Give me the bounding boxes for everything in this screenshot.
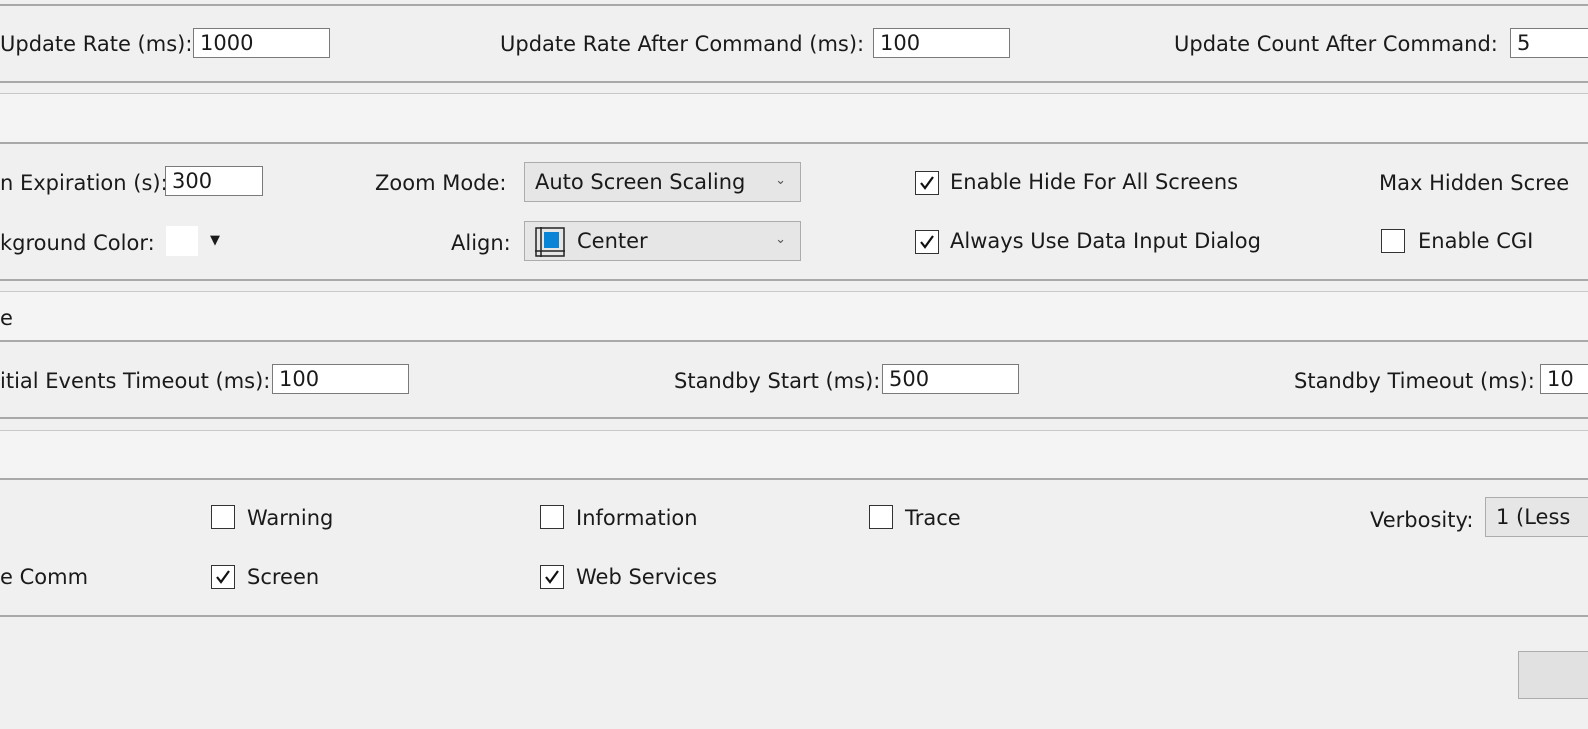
standby-section-title: e xyxy=(0,306,13,330)
chevron-down-icon: ⌄ xyxy=(775,232,786,247)
background-color-label: kground Color: xyxy=(0,231,155,255)
checkmark-icon xyxy=(545,570,559,584)
section-divider xyxy=(0,478,1588,480)
session-expiration-label: n Expiration (s): xyxy=(0,171,168,195)
update-rate-label: Update Rate (ms): xyxy=(0,32,193,56)
checkmark-icon xyxy=(920,235,934,249)
verbosity-select[interactable]: 1 (Less xyxy=(1485,497,1588,537)
section-divider xyxy=(0,615,1588,617)
section-divider xyxy=(0,417,1588,419)
align-select[interactable]: Center ⌄ xyxy=(524,221,801,261)
verbosity-value: 1 (Less xyxy=(1496,505,1571,529)
section-divider xyxy=(0,81,1588,83)
initial-events-timeout-label: itial Events Timeout (ms): xyxy=(0,369,271,393)
zoom-mode-select[interactable]: Auto Screen Scaling ⌄ xyxy=(524,162,801,202)
logging-section-header[interactable] xyxy=(0,431,1588,478)
screen-label: Screen xyxy=(247,565,320,589)
update-count-after-command-label: Update Count After Command: xyxy=(1174,32,1498,56)
verbosity-label: Verbosity: xyxy=(1370,508,1474,532)
section-divider xyxy=(0,142,1588,144)
background-color-swatch[interactable] xyxy=(166,226,198,256)
standby-timeout-label: Standby Timeout (ms): xyxy=(1294,369,1535,393)
zoom-mode-label: Zoom Mode: xyxy=(375,171,507,195)
zoom-mode-value: Auto Screen Scaling xyxy=(535,170,746,194)
update-count-after-command-input[interactable]: 5 xyxy=(1510,28,1588,58)
dialog-button[interactable] xyxy=(1518,651,1588,699)
enable-hide-label: Enable Hide For All Screens xyxy=(950,170,1239,194)
standby-section-header[interactable]: e xyxy=(0,292,1588,340)
update-rate-after-command-label: Update Rate After Command (ms): xyxy=(500,32,865,56)
checkmark-icon xyxy=(920,176,934,190)
checkmark-icon xyxy=(216,570,230,584)
always-use-data-input-checkbox[interactable] xyxy=(915,230,939,254)
information-label: Information xyxy=(576,506,698,530)
standby-start-input[interactable]: 500 xyxy=(882,364,1019,394)
update-rate-input[interactable]: 1000 xyxy=(193,28,330,58)
enable-cgi-checkbox[interactable] xyxy=(1381,229,1405,253)
comm-label: e Comm xyxy=(0,565,89,589)
trace-checkbox[interactable] xyxy=(869,505,893,529)
trace-label: Trace xyxy=(905,506,961,530)
standby-start-label: Standby Start (ms): xyxy=(674,369,881,393)
web-services-label: Web Services xyxy=(576,565,718,589)
always-use-data-input-label: Always Use Data Input Dialog xyxy=(950,229,1261,253)
standby-timeout-input[interactable]: 10 xyxy=(1540,364,1588,394)
section-divider-top xyxy=(0,4,1588,6)
chevron-down-icon: ⌄ xyxy=(775,173,786,188)
session-expiration-input[interactable]: 300 xyxy=(165,166,263,196)
enable-hide-checkbox[interactable] xyxy=(915,171,939,195)
align-label: Align: xyxy=(451,231,511,255)
initial-events-timeout-input[interactable]: 100 xyxy=(272,364,409,394)
max-hidden-screens-label: Max Hidden Scree xyxy=(1379,171,1570,195)
screen-checkbox[interactable] xyxy=(211,565,235,589)
warning-label: Warning xyxy=(247,506,334,530)
web-services-checkbox[interactable] xyxy=(540,565,564,589)
dropdown-arrow-icon[interactable]: ▼ xyxy=(210,230,220,252)
information-checkbox[interactable] xyxy=(540,505,564,529)
section-divider xyxy=(0,340,1588,342)
warning-checkbox[interactable] xyxy=(211,505,235,529)
align-value: Center xyxy=(577,229,648,253)
align-center-icon xyxy=(535,227,565,257)
update-rate-after-command-input[interactable]: 100 xyxy=(873,28,1010,58)
section-divider xyxy=(0,279,1588,281)
screen-section-header[interactable] xyxy=(0,94,1588,142)
enable-cgi-label: Enable CGI xyxy=(1418,229,1534,253)
